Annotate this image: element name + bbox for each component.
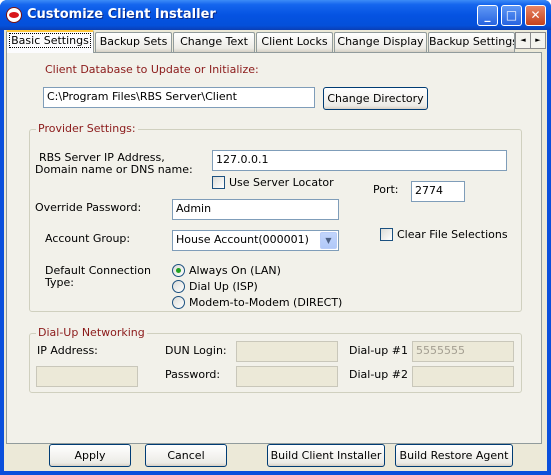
dun-login-label: DUN Login: bbox=[165, 344, 227, 357]
radio-always-on[interactable] bbox=[172, 264, 185, 277]
dialup-ip-field bbox=[36, 366, 138, 387]
build-restore-agent-button[interactable]: Build Restore Agent bbox=[395, 444, 513, 467]
window-title: Customize Client Installer bbox=[27, 7, 216, 22]
server-ip-field[interactable]: 127.0.0.1 bbox=[212, 150, 507, 171]
close-button[interactable]: ✕ bbox=[525, 5, 546, 26]
dialup1-field: 5555555 bbox=[412, 341, 514, 362]
dialup-networking-title: Dial-Up Networking bbox=[36, 326, 147, 339]
cancel-button[interactable]: Cancel bbox=[145, 444, 227, 467]
window-client-area: Basic Settings Backup Sets Change Text C… bbox=[4, 30, 547, 471]
use-server-locator-label: Use Server Locator bbox=[229, 176, 334, 189]
dun-password-label: Password: bbox=[165, 368, 221, 381]
radio-modem-to-modem[interactable] bbox=[172, 296, 185, 309]
radio-modem-to-modem-label: Modem-to-Modem (DIRECT) bbox=[189, 296, 343, 309]
dun-password-field bbox=[236, 366, 338, 387]
database-label: Client Database to Update or Initialize: bbox=[45, 63, 259, 76]
account-group-select[interactable]: House Account(000001) ▼ bbox=[172, 230, 339, 251]
minimize-button[interactable]: _ bbox=[477, 5, 498, 26]
app-icon bbox=[6, 7, 22, 23]
radio-dial-up-label: Dial Up (ISP) bbox=[189, 280, 258, 293]
account-group-label: Account Group: bbox=[45, 232, 131, 245]
tab-change-display[interactable]: Change Display bbox=[334, 32, 427, 52]
dialup1-label: Dial-up #1 bbox=[349, 344, 408, 357]
port-label: Port: bbox=[373, 183, 399, 196]
tab-basic-settings[interactable]: Basic Settings bbox=[6, 30, 94, 53]
dialup-ip-label: IP Address: bbox=[37, 344, 98, 357]
database-path-field[interactable]: C:\Program Files\RBS Server\Client bbox=[43, 87, 315, 108]
basic-settings-panel: Client Database to Update or Initialize:… bbox=[6, 52, 542, 444]
radio-dial-up[interactable] bbox=[172, 280, 185, 293]
override-password-label: Override Password: bbox=[35, 201, 142, 214]
installer-window: Customize Client Installer _ □ ✕ Basic S… bbox=[0, 0, 551, 475]
clear-file-selections-label: Clear File Selections bbox=[397, 228, 508, 241]
server-ip-label-line2: Domain name or DNS name: bbox=[35, 163, 193, 176]
clear-file-selections-checkbox[interactable] bbox=[380, 228, 393, 241]
change-directory-button[interactable]: Change Directory bbox=[323, 87, 428, 110]
tab-scroll-left-icon[interactable]: ◄ bbox=[515, 32, 531, 49]
account-group-value: House Account(000001) bbox=[176, 233, 309, 246]
dialup2-label: Dial-up #2 bbox=[349, 368, 408, 381]
dialup2-field bbox=[412, 366, 514, 387]
override-password-field[interactable]: Admin bbox=[172, 199, 339, 220]
build-client-installer-button[interactable]: Build Client Installer bbox=[267, 444, 385, 467]
dun-login-field bbox=[236, 341, 338, 362]
tab-backup-settings[interactable]: Backup Settings bbox=[428, 32, 515, 52]
tab-client-locks[interactable]: Client Locks bbox=[256, 32, 333, 52]
radio-always-on-label: Always On (LAN) bbox=[189, 264, 281, 277]
chevron-down-icon[interactable]: ▼ bbox=[320, 232, 337, 249]
connection-type-label-line2: Type: bbox=[45, 276, 74, 289]
tab-change-text[interactable]: Change Text bbox=[173, 32, 255, 52]
use-server-locator-checkbox[interactable] bbox=[212, 176, 225, 189]
title-bar: Customize Client Installer _ □ ✕ bbox=[0, 0, 551, 30]
tab-backup-sets[interactable]: Backup Sets bbox=[95, 32, 172, 52]
apply-button[interactable]: Apply bbox=[49, 444, 131, 467]
port-field[interactable]: 2774 bbox=[411, 181, 465, 202]
tab-scroll-right-icon[interactable]: ► bbox=[530, 32, 546, 49]
maximize-button[interactable]: □ bbox=[501, 5, 522, 26]
button-bar: Apply Cancel Build Client Installer Buil… bbox=[4, 444, 547, 471]
provider-settings-title: Provider Settings: bbox=[36, 122, 138, 135]
